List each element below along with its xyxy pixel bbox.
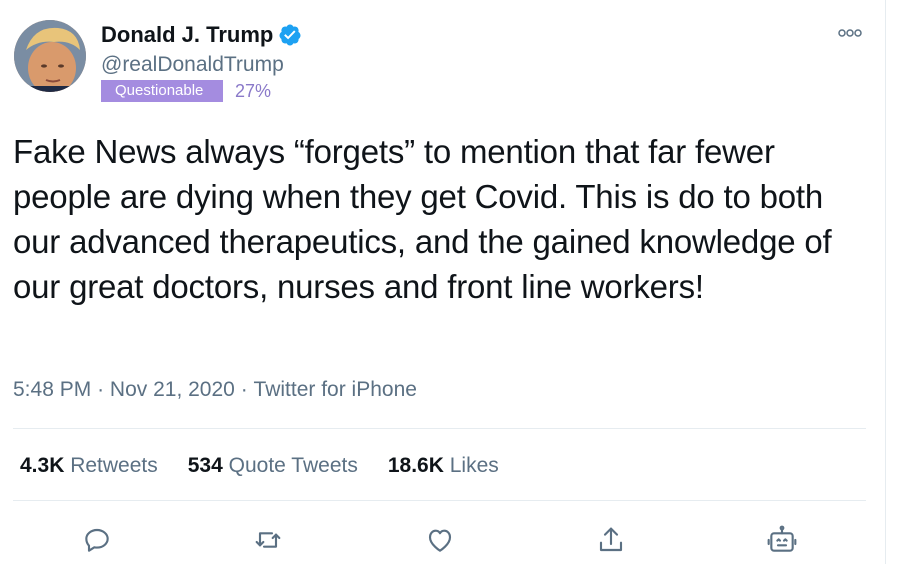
meta-separator: ·	[97, 378, 105, 401]
quote-tweets-stat[interactable]: 534 Quote Tweets	[188, 454, 358, 478]
retweets-stat[interactable]: 4.3K Retweets	[20, 454, 158, 478]
tweet-text: Fake News always “forgets” to mention th…	[13, 133, 832, 305]
avatar-image	[14, 20, 86, 92]
verified-badge-icon	[278, 23, 302, 47]
meta-separator: ·	[240, 378, 248, 401]
divider	[13, 428, 866, 429]
retweet-icon[interactable]	[248, 520, 288, 560]
share-icon[interactable]	[591, 520, 631, 560]
heart-icon[interactable]	[420, 520, 460, 560]
rating-row: Questionable 27%	[101, 80, 271, 102]
likes-label: Likes	[449, 454, 499, 477]
avatar[interactable]	[14, 20, 86, 92]
reply-icon[interactable]	[77, 520, 117, 560]
tweet-source[interactable]: Twitter for iPhone	[254, 378, 417, 402]
retweets-count: 4.3K	[20, 454, 65, 477]
display-name[interactable]: Donald J. Trump	[101, 22, 273, 48]
likes-count: 18.6K	[387, 454, 444, 477]
user-handle[interactable]: @realDonaldTrump	[101, 53, 284, 77]
rating-percent: 27%	[235, 80, 272, 101]
divider	[13, 500, 866, 501]
likes-stat[interactable]: 18.6K Likes	[388, 454, 499, 478]
action-bar	[0, 520, 885, 560]
retweets-label: Retweets	[70, 454, 158, 477]
tweet-date[interactable]: Nov 21, 2020	[110, 378, 235, 402]
tweet-stats: 4.3K Retweets 534 Quote Tweets 18.6K Lik…	[20, 454, 529, 478]
quote-tweets-count: 534	[187, 454, 223, 477]
questionable-badge: Questionable	[101, 80, 223, 102]
quote-tweets-label: Quote Tweets	[228, 454, 358, 477]
tweet-meta: 5:48 PM · Nov 21, 2020 · Twitter for iPh…	[13, 378, 417, 402]
panel-border	[885, 0, 886, 564]
user-name-row: Donald J. Trump	[101, 22, 302, 48]
tweet-time[interactable]: 5:48 PM	[13, 378, 91, 402]
more-icon[interactable]	[836, 24, 866, 42]
bot-icon[interactable]	[762, 520, 802, 560]
